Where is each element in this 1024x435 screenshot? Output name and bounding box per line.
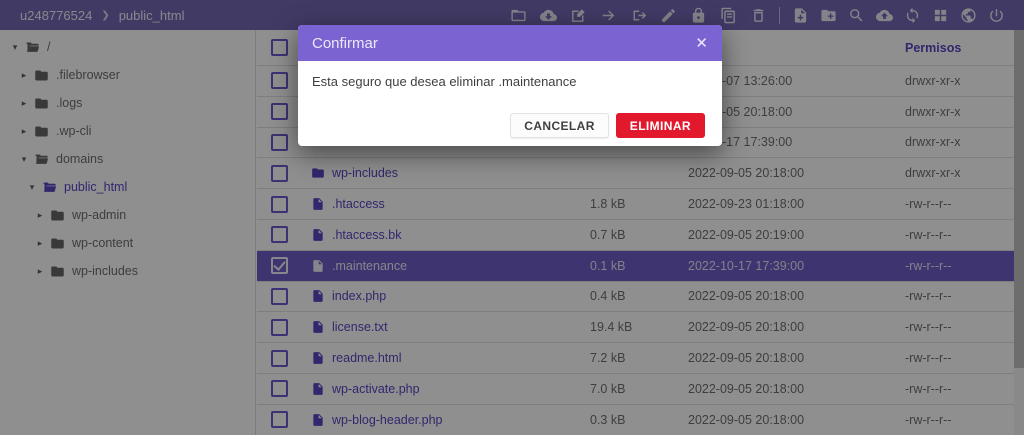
delete-button[interactable]: ELIMINAR [615,113,705,138]
dialog-message: Esta seguro que desea eliminar .maintena… [312,74,577,89]
confirm-delete-dialog: Confirmar ✕ Esta seguro que desea elimin… [298,25,722,146]
file-manager-screen: u248776524 ❯ public_html ▾ / ▸ .filebrowser… [0,0,1024,435]
dialog-actions: CANCELAR ELIMINAR [510,113,705,138]
cancel-button[interactable]: CANCELAR [510,113,609,138]
close-icon[interactable]: ✕ [695,36,708,51]
dialog-header: Confirmar ✕ [298,25,722,61]
dialog-title: Confirmar [312,34,378,52]
